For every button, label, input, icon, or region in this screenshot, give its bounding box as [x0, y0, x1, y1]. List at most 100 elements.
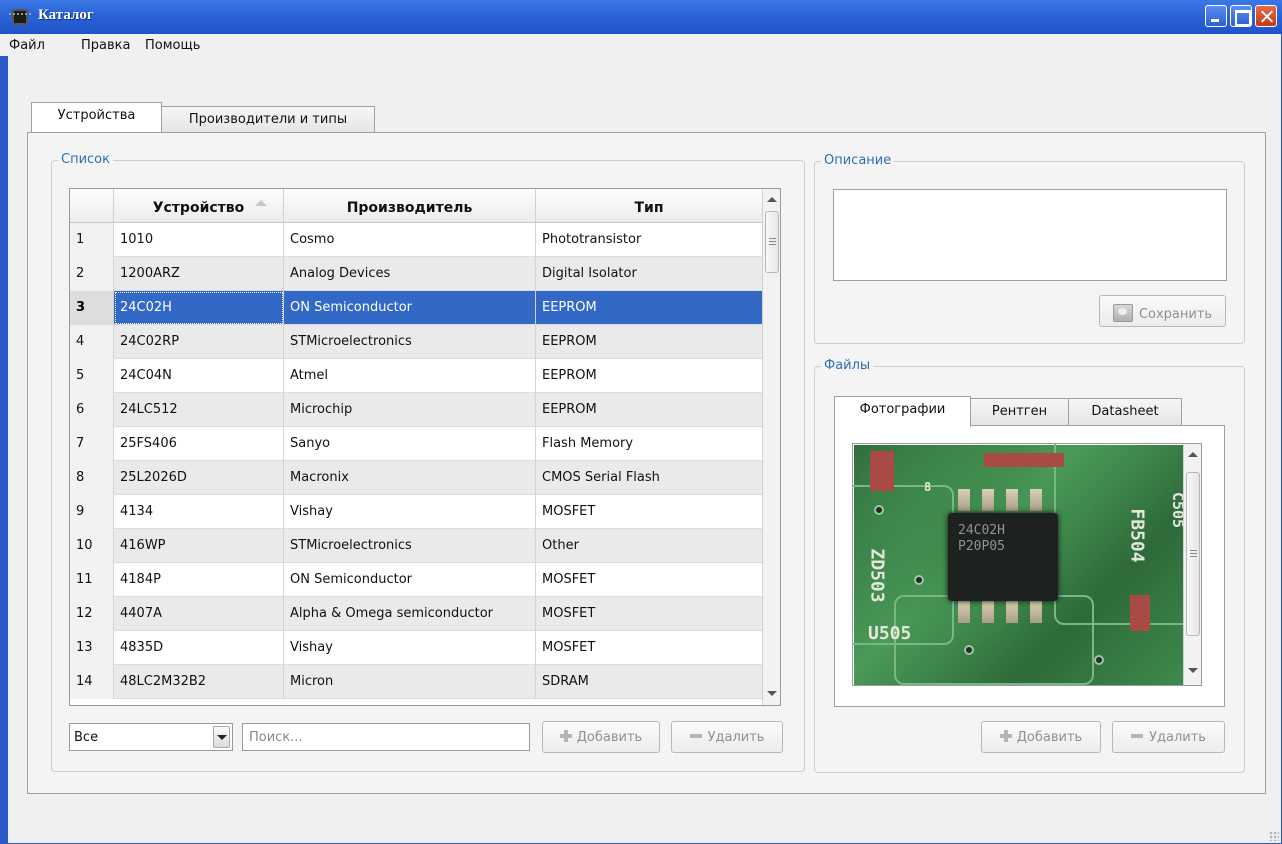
maker-cell[interactable]: Vishay: [284, 631, 536, 665]
maker-cell[interactable]: Alpha & Omega semiconductor: [284, 597, 536, 631]
table-row[interactable]: 12 4407A Alpha & Omega semiconductor MOS…: [70, 597, 762, 631]
table-row[interactable]: 14 48LC2M32B2 Micron SDRAM: [70, 665, 762, 699]
table-row[interactable]: 4 24C02RP STMicroelectronics EEPROM: [70, 325, 762, 359]
menu-help[interactable]: Помощь: [145, 38, 200, 53]
maker-cell[interactable]: Cosmo: [284, 223, 536, 257]
scroll-down-icon[interactable]: [767, 691, 777, 696]
add-device-button[interactable]: Добавить: [542, 721, 660, 753]
tab-datasheet-label: Datasheet: [1091, 404, 1159, 419]
minimize-button[interactable]: [1205, 5, 1227, 27]
device-cell[interactable]: 24C02H: [114, 291, 284, 325]
title-bar[interactable]: Каталог: [0, 0, 1282, 34]
maker-cell[interactable]: STMicroelectronics: [284, 529, 536, 563]
maker-cell[interactable]: Micron: [284, 665, 536, 699]
tab-devices[interactable]: Устройства: [31, 102, 162, 132]
photo-viewer[interactable]: 24C02H P20P05 8 C505 FB504 ZD503 U505: [852, 443, 1202, 686]
scroll-up-icon[interactable]: [767, 197, 777, 202]
table-row[interactable]: 11 4184P ON Semiconductor MOSFET: [70, 563, 762, 597]
add-file-label: Добавить: [1016, 730, 1083, 745]
type-cell[interactable]: MOSFET: [536, 597, 762, 631]
table-header: Устройство Производитель Тип: [70, 189, 762, 223]
maker-cell[interactable]: ON Semiconductor: [284, 563, 536, 597]
device-cell[interactable]: 1200ARZ: [114, 257, 284, 291]
tab-datasheet[interactable]: Datasheet: [1068, 398, 1182, 426]
column-header-type[interactable]: Тип: [536, 189, 762, 223]
add-file-button[interactable]: Добавить: [981, 721, 1101, 753]
maker-cell[interactable]: Analog Devices: [284, 257, 536, 291]
delete-file-button[interactable]: Удалить: [1112, 721, 1225, 753]
maker-cell[interactable]: ON Semiconductor: [284, 291, 536, 325]
minus-icon: [689, 734, 702, 738]
device-cell[interactable]: 24C04N: [114, 359, 284, 393]
photo-scrollbar[interactable]: [1183, 444, 1201, 685]
scroll-thumb[interactable]: [1186, 472, 1200, 636]
type-cell[interactable]: MOSFET: [536, 495, 762, 529]
table-row[interactable]: 6 24LC512 Microchip EEPROM: [70, 393, 762, 427]
device-cell[interactable]: 24C02RP: [114, 325, 284, 359]
device-cell[interactable]: 25FS406: [114, 427, 284, 461]
tab-xray[interactable]: Рентген: [970, 398, 1069, 426]
type-cell[interactable]: CMOS Serial Flash: [536, 461, 762, 495]
menu-edit[interactable]: Правка: [81, 38, 130, 53]
table-row[interactable]: 2 1200ARZ Analog Devices Digital Isolato…: [70, 257, 762, 291]
type-cell[interactable]: EEPROM: [536, 291, 762, 325]
table-row[interactable]: 10 416WP STMicroelectronics Other: [70, 529, 762, 563]
menu-file[interactable]: Файл: [9, 38, 45, 53]
maximize-button[interactable]: [1230, 5, 1252, 27]
filter-select[interactable]: Все: [69, 723, 233, 751]
device-cell[interactable]: 4407A: [114, 597, 284, 631]
search-input[interactable]: [242, 723, 530, 751]
maker-cell[interactable]: Microchip: [284, 393, 536, 427]
device-cell[interactable]: 24LC512: [114, 393, 284, 427]
type-cell[interactable]: Other: [536, 529, 762, 563]
column-header-maker[interactable]: Производитель: [284, 189, 536, 223]
type-cell[interactable]: Flash Memory: [536, 427, 762, 461]
device-cell[interactable]: 48LC2M32B2: [114, 665, 284, 699]
plus-icon: [999, 730, 1012, 742]
type-cell[interactable]: SDRAM: [536, 665, 762, 699]
table-row[interactable]: 8 25L2026D Macronix CMOS Serial Flash: [70, 461, 762, 495]
chip-marking-line: P20P05: [958, 539, 1005, 554]
pcb-via: [1094, 655, 1104, 665]
device-cell[interactable]: 4134: [114, 495, 284, 529]
maker-cell[interactable]: STMicroelectronics: [284, 325, 536, 359]
type-cell[interactable]: EEPROM: [536, 359, 762, 393]
pcb-via: [964, 645, 974, 655]
scroll-thumb[interactable]: [765, 211, 779, 273]
delete-device-button[interactable]: Удалить: [671, 721, 783, 753]
type-cell[interactable]: Digital Isolator: [536, 257, 762, 291]
device-cell[interactable]: 416WP: [114, 529, 284, 563]
save-button[interactable]: Сохранить: [1099, 295, 1226, 327]
table-row[interactable]: 5 24C04N Atmel EEPROM: [70, 359, 762, 393]
type-cell[interactable]: Phototransistor: [536, 223, 762, 257]
scroll-up-icon[interactable]: [1188, 452, 1198, 457]
description-textarea[interactable]: [833, 189, 1227, 281]
maker-cell[interactable]: Vishay: [284, 495, 536, 529]
tab-makers-types[interactable]: Производители и типы: [161, 106, 375, 134]
maker-cell[interactable]: Sanyo: [284, 427, 536, 461]
type-cell[interactable]: MOSFET: [536, 563, 762, 597]
type-cell[interactable]: MOSFET: [536, 631, 762, 665]
table-row[interactable]: 1 1010 Cosmo Phototransistor: [70, 223, 762, 257]
column-header-device[interactable]: Устройство: [114, 189, 284, 223]
maker-cell[interactable]: Atmel: [284, 359, 536, 393]
chevron-down-icon[interactable]: [213, 726, 230, 748]
type-cell[interactable]: EEPROM: [536, 325, 762, 359]
type-cell[interactable]: EEPROM: [536, 393, 762, 427]
table-row[interactable]: 13 4835D Vishay MOSFET: [70, 631, 762, 665]
table-row[interactable]: 9 4134 Vishay MOSFET: [70, 495, 762, 529]
close-button[interactable]: [1255, 5, 1277, 27]
table-row-selected[interactable]: 3 24C02H ON Semiconductor EEPROM: [70, 291, 762, 325]
silkscreen-label: ZD503: [866, 548, 888, 603]
maker-cell[interactable]: Macronix: [284, 461, 536, 495]
resize-grip-icon[interactable]: [1269, 831, 1279, 841]
table-scrollbar[interactable]: [762, 189, 780, 705]
device-cell[interactable]: 25L2026D: [114, 461, 284, 495]
device-cell[interactable]: 1010: [114, 223, 284, 257]
tab-photos[interactable]: Фотографии: [834, 396, 971, 427]
device-cell[interactable]: 4184P: [114, 563, 284, 597]
device-cell[interactable]: 4835D: [114, 631, 284, 665]
delete-device-label: Удалить: [707, 730, 765, 745]
table-row[interactable]: 7 25FS406 Sanyo Flash Memory: [70, 427, 762, 461]
scroll-down-icon[interactable]: [1188, 668, 1198, 673]
